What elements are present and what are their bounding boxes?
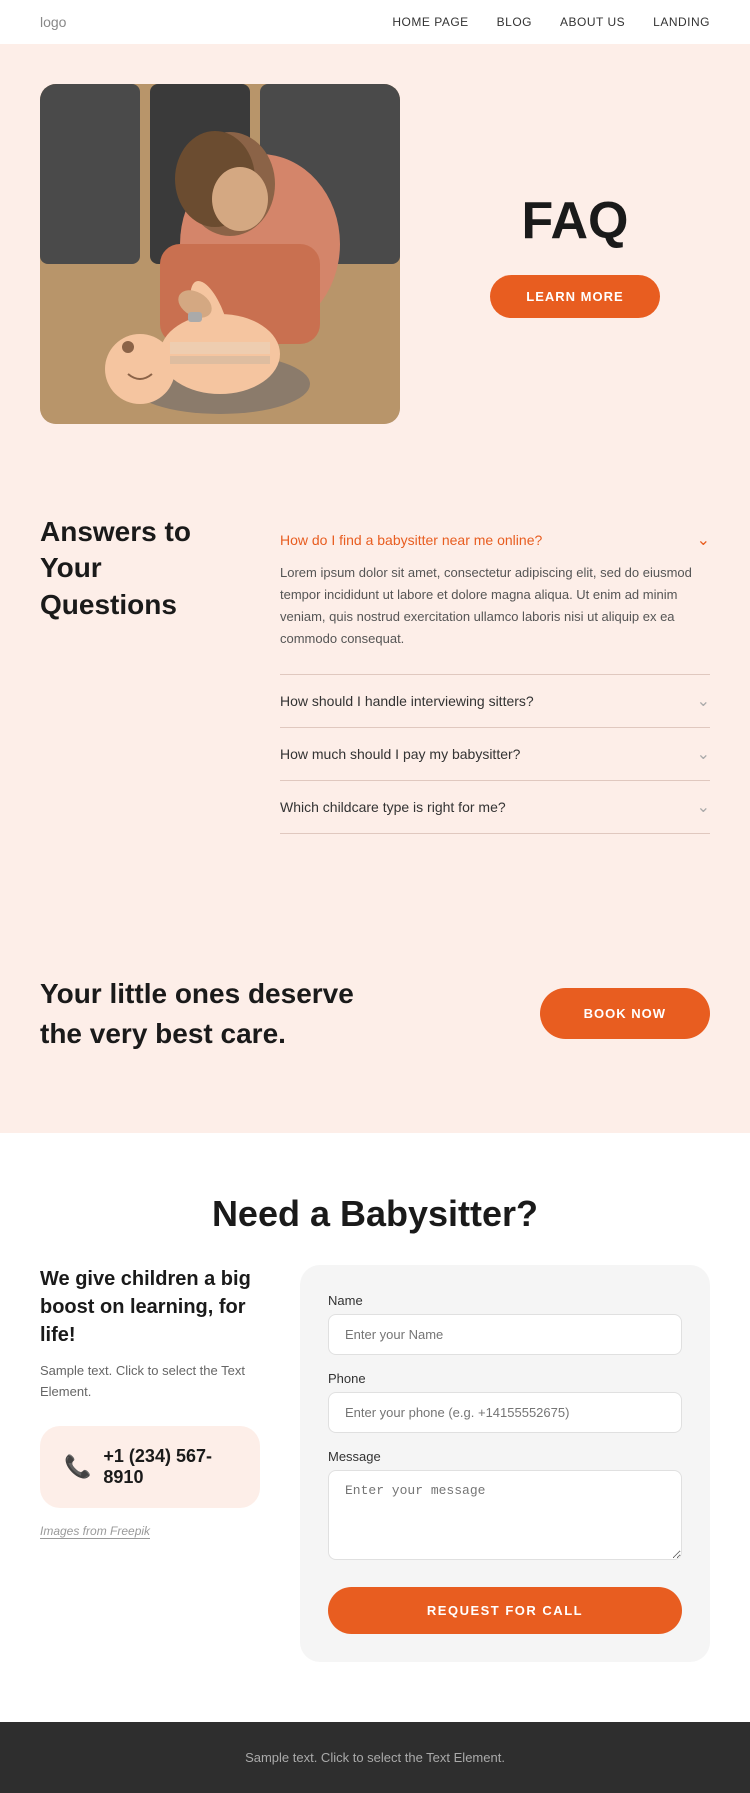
hero-text: FAQ LEARN MORE (440, 191, 710, 318)
faq-question-2[interactable]: How should I handle interviewing sitters… (280, 691, 710, 711)
name-label: Name (328, 1293, 682, 1308)
contact-left: We give children a big boost on learning… (40, 1265, 260, 1539)
learn-more-button[interactable]: LEARN MORE (490, 275, 659, 318)
contact-body: We give children a big boost on learning… (40, 1265, 710, 1662)
cta-section: Your little ones deserve the very best c… (0, 894, 750, 1132)
faq-question-1[interactable]: How do I find a babysitter near me onlin… (280, 530, 710, 550)
hero-section: FAQ LEARN MORE (0, 44, 750, 474)
faq-question-text-2: How should I handle interviewing sitters… (280, 693, 534, 709)
faq-heading: Answers to Your Questions (40, 514, 240, 623)
request-call-button[interactable]: REQUEST FOR CALL (328, 1587, 682, 1634)
faq-question-3[interactable]: How much should I pay my babysitter? ⌄ (280, 744, 710, 764)
faq-question-4[interactable]: Which childcare type is right for me? ⌄ (280, 797, 710, 817)
faq-list: How do I find a babysitter near me onlin… (280, 514, 710, 834)
faq-item-2: How should I handle interviewing sitters… (280, 675, 710, 728)
footer-text: Sample text. Click to select the Text El… (40, 1750, 710, 1765)
nav-landing[interactable]: LANDING (653, 15, 710, 29)
message-label: Message (328, 1449, 682, 1464)
message-textarea[interactable] (328, 1470, 682, 1560)
faq-chevron-3: ⌄ (697, 744, 710, 764)
footer: Sample text. Click to select the Text El… (0, 1722, 750, 1793)
nav-home[interactable]: HOME PAGE (392, 15, 468, 29)
faq-title: Answers to Your Questions (40, 514, 240, 623)
form-group-phone: Phone (328, 1371, 682, 1433)
phone-icon: 📞 (64, 1454, 91, 1480)
faq-item-3: How much should I pay my babysitter? ⌄ (280, 728, 710, 781)
cta-text: Your little ones deserve the very best c… (40, 974, 354, 1052)
faq-chevron-2: ⌄ (697, 691, 710, 711)
phone-input[interactable] (328, 1392, 682, 1433)
navbar: logo HOME PAGE BLOG ABOUT US LANDING (0, 0, 750, 44)
faq-item-1: How do I find a babysitter near me onlin… (280, 514, 710, 675)
faq-question-text-4: Which childcare type is right for me? (280, 799, 506, 815)
faq-chevron-4: ⌄ (697, 797, 710, 817)
phone-label: Phone (328, 1371, 682, 1386)
phone-number: +1 (234) 567-8910 (103, 1446, 236, 1488)
form-group-name: Name (328, 1293, 682, 1355)
book-now-button[interactable]: BOOK NOW (540, 988, 710, 1039)
nav-links: HOME PAGE BLOG ABOUT US LANDING (392, 15, 710, 29)
name-input[interactable] (328, 1314, 682, 1355)
faq-question-text-3: How much should I pay my babysitter? (280, 746, 520, 762)
faq-section: Answers to Your Questions How do I find … (0, 474, 750, 894)
nav-blog[interactable]: BLOG (497, 15, 532, 29)
contact-left-title: We give children a big boost on learning… (40, 1265, 260, 1349)
hero-image (40, 84, 400, 424)
contact-left-text: Sample text. Click to select the Text El… (40, 1361, 260, 1403)
contact-right: Name Phone Message REQUEST FOR CALL (300, 1265, 710, 1662)
form-group-message: Message (328, 1449, 682, 1565)
contact-section: Need a Babysitter? We give children a bi… (0, 1133, 750, 1722)
contact-title: Need a Babysitter? (40, 1193, 710, 1235)
contact-form: Name Phone Message REQUEST FOR CALL (300, 1265, 710, 1662)
contact-attribution: Images from Freepik (40, 1524, 260, 1538)
faq-chevron-1: ⌄ (697, 530, 710, 550)
faq-answer-1: Lorem ipsum dolor sit amet, consectetur … (280, 562, 710, 658)
contact-header: Need a Babysitter? (40, 1193, 710, 1235)
faq-question-text-1: How do I find a babysitter near me onlin… (280, 532, 542, 548)
nav-about[interactable]: ABOUT US (560, 15, 625, 29)
phone-card: 📞 +1 (234) 567-8910 (40, 1426, 260, 1508)
logo: logo (40, 14, 66, 30)
faq-item-4: Which childcare type is right for me? ⌄ (280, 781, 710, 834)
hero-faq-title: FAQ (440, 191, 710, 251)
